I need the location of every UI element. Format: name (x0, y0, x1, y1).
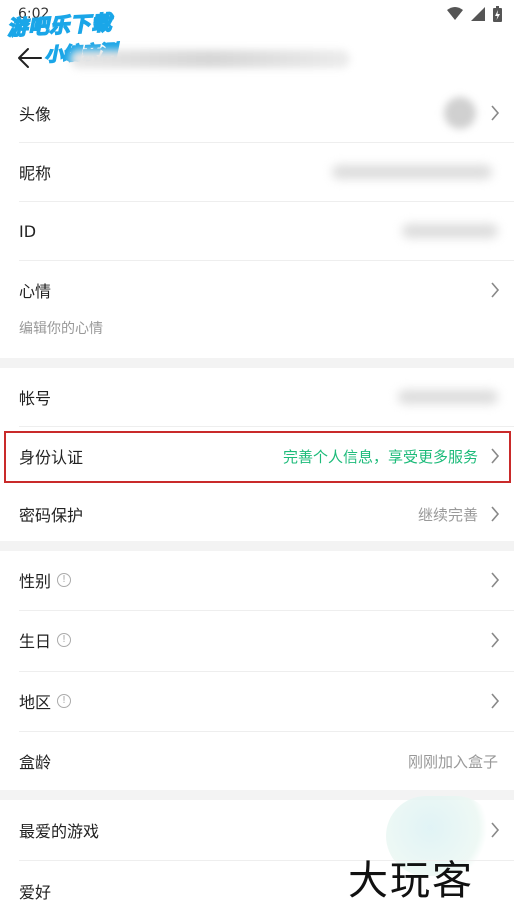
info-icon[interactable]: ! (57, 633, 72, 647)
signal-icon (471, 7, 485, 21)
brand-watermark: 大玩客 (348, 858, 474, 904)
row-id-label: ID (19, 221, 37, 241)
row-password[interactable]: 密码保护 继续完善 (0, 485, 514, 543)
row-hobby-label: 爱好 (19, 883, 52, 902)
row-avatar[interactable]: 头像 (0, 84, 514, 142)
row-fav-games-label: 最爱的游戏 (19, 822, 100, 841)
row-avatar-label: 头像 (19, 105, 52, 124)
row-account: 帐号 (0, 368, 514, 426)
row-box-age: 盒龄 刚刚加入盒子 (0, 732, 514, 790)
password-value: 继续完善 (417, 505, 478, 524)
row-nickname[interactable]: 昵称 (0, 143, 514, 201)
row-region-label: 地区 ! (19, 689, 72, 713)
row-password-label: 密码保护 (19, 506, 84, 525)
page-title-blurred (70, 50, 350, 68)
mood-placeholder[interactable]: 编辑你的心情 (19, 318, 103, 338)
chevron-right-icon (491, 105, 500, 121)
row-birthday-label: 生日 ! (19, 628, 72, 652)
region-label-text: 地区 (19, 693, 52, 712)
info-icon[interactable]: ! (57, 573, 72, 587)
nickname-value-blurred (332, 165, 492, 179)
section-gap (0, 541, 514, 551)
highlight-box (4, 431, 511, 483)
avatar (444, 97, 476, 129)
back-button[interactable] (14, 42, 46, 74)
row-account-label: 帐号 (19, 389, 52, 408)
chevron-right-icon (491, 282, 500, 298)
birthday-label-text: 生日 (19, 632, 52, 651)
chevron-right-icon (491, 822, 500, 838)
box-age-value: 刚刚加入盒子 (407, 752, 498, 771)
row-birthday[interactable]: 生日 ! (0, 611, 514, 669)
info-icon[interactable]: ! (57, 694, 72, 708)
chevron-right-icon (491, 506, 500, 522)
chevron-right-icon (491, 693, 500, 709)
row-region[interactable]: 地区 ! (0, 672, 514, 730)
gender-label-text: 性别 (19, 572, 52, 591)
row-nickname-label: 昵称 (19, 164, 52, 183)
row-mood[interactable]: 心情 (0, 261, 514, 319)
wifi-icon (447, 7, 463, 20)
row-gender-label: 性别 ! (19, 568, 72, 592)
chevron-right-icon (491, 572, 500, 588)
id-value-blurred (402, 224, 498, 238)
title-bar (0, 30, 514, 84)
row-gender[interactable]: 性别 ! (0, 551, 514, 609)
account-value-blurred (398, 390, 498, 404)
battery-icon (493, 6, 502, 22)
status-icons (447, 6, 502, 22)
row-id: ID (0, 202, 514, 260)
section-gap (0, 358, 514, 368)
back-arrow-icon (18, 48, 42, 68)
row-mood-label: 心情 (19, 282, 52, 301)
row-box-age-label: 盒龄 (19, 753, 52, 772)
chevron-right-icon (491, 632, 500, 648)
